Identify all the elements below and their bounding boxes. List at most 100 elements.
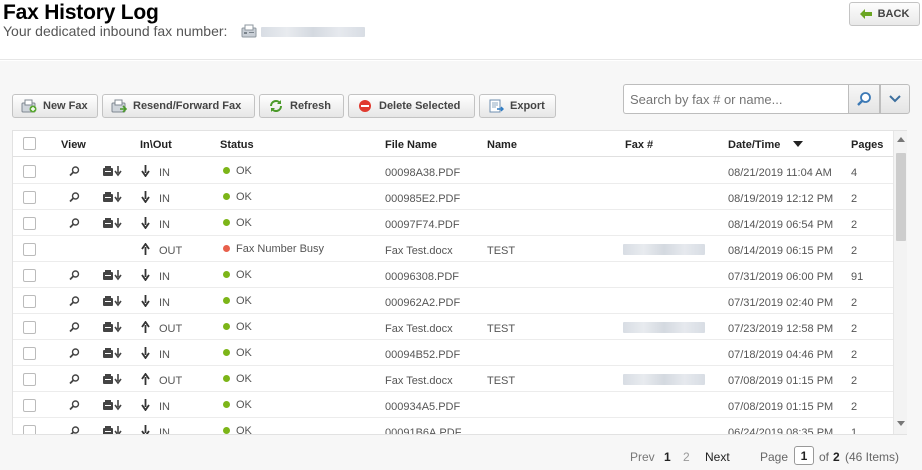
search-options-dropdown[interactable] — [880, 84, 910, 114]
download-fax-icon[interactable] — [103, 218, 123, 229]
direction-label: IN — [159, 219, 170, 231]
back-button[interactable]: BACK — [849, 2, 920, 26]
next-page-link[interactable]: Next — [705, 450, 730, 464]
view-fax-icon[interactable] — [69, 374, 80, 385]
view-fax-icon[interactable] — [69, 348, 80, 359]
page-title: Fax History Log — [3, 1, 159, 24]
file-name-cell: 00098A38.PDF — [385, 167, 461, 179]
prev-page-link[interactable]: Prev — [630, 450, 655, 464]
status-dot — [223, 323, 230, 330]
status-text: OK — [236, 425, 252, 434]
direction-label: OUT — [159, 375, 183, 387]
row-checkbox[interactable] — [23, 217, 36, 230]
status-cell: OK — [223, 347, 252, 359]
download-fax-icon[interactable] — [103, 270, 123, 281]
status-cell: OK — [223, 191, 252, 203]
search-button[interactable] — [848, 84, 880, 114]
view-fax-icon[interactable] — [69, 296, 80, 307]
direction-label: IN — [159, 349, 170, 361]
file-name-cell: 00096308.PDF — [385, 271, 459, 283]
status-text: OK — [236, 321, 252, 333]
resend-fax-icon — [111, 99, 127, 113]
row-checkbox[interactable] — [23, 321, 36, 334]
status-text: OK — [236, 165, 252, 177]
col-file-name[interactable]: File Name — [385, 139, 437, 151]
table-row[interactable]: OUT OK Fax Test.docx TEST 07/08/2019 01:15 P… — [13, 366, 893, 392]
date-time-cell: 08/14/2019 06:54 PM — [728, 219, 834, 231]
table-header: View In\Out Status File Name Name Fax # … — [13, 131, 893, 157]
status-text: Fax Number Busy — [236, 243, 325, 255]
scrollbar-thumb[interactable] — [896, 153, 906, 241]
table-row[interactable]: IN OK 00098A38.PDF 08/21/2019 11:04 AM 4 — [13, 158, 893, 184]
col-status[interactable]: Status — [220, 139, 254, 151]
resend-forward-fax-button[interactable]: Resend/Forward Fax — [102, 94, 255, 118]
status-cell: OK — [223, 373, 252, 385]
refresh-button[interactable]: Refresh — [259, 94, 344, 118]
new-fax-button[interactable]: New Fax — [12, 94, 98, 118]
view-fax-icon[interactable] — [69, 166, 80, 177]
status-dot — [223, 297, 230, 304]
table-row[interactable]: IN OK 00091B6A.PDF 06/24/2019 08:35 PM 1 — [13, 418, 893, 434]
current-page-input[interactable]: 1 — [794, 446, 814, 465]
view-fax-icon[interactable] — [69, 218, 80, 229]
table-row[interactable]: IN OK 000934A5.PDF 07/08/2019 01:15 PM 2 — [13, 392, 893, 418]
select-all-checkbox[interactable] — [23, 137, 36, 150]
status-dot — [223, 401, 230, 408]
view-fax-icon[interactable] — [69, 270, 80, 281]
row-checkbox[interactable] — [23, 295, 36, 308]
search-input[interactable] — [623, 84, 849, 114]
col-fax-number[interactable]: Fax # — [625, 139, 653, 151]
table-row[interactable]: IN OK 00094B52.PDF 07/18/2019 04:46 PM 2 — [13, 340, 893, 366]
table-row[interactable]: OUT OK Fax Test.docx TEST 07/23/2019 12:58 P… — [13, 314, 893, 340]
table-row[interactable]: IN OK 00096308.PDF 07/31/2019 06:00 PM 91 — [13, 262, 893, 288]
fax-number-redacted — [623, 322, 705, 333]
row-checkbox[interactable] — [23, 191, 36, 204]
of-label: of — [819, 450, 830, 464]
col-date-time[interactable]: Date/Time — [728, 139, 780, 151]
page-2-link[interactable]: 2 — [683, 450, 690, 464]
file-name-cell: 000985E2.PDF — [385, 193, 461, 205]
col-name[interactable]: Name — [487, 139, 517, 151]
fax-number-redacted — [623, 244, 705, 255]
date-time-cell: 08/14/2019 06:15 PM — [728, 245, 834, 257]
date-time-cell: 08/21/2019 11:04 AM — [728, 167, 832, 179]
col-pages[interactable]: Pages — [851, 139, 883, 151]
row-checkbox[interactable] — [23, 425, 36, 434]
delete-selected-button[interactable]: Delete Selected — [348, 94, 475, 118]
table-row[interactable]: IN OK 000985E2.PDF 08/19/2019 12:12 PM 2 — [13, 184, 893, 210]
download-fax-icon[interactable] — [103, 166, 123, 177]
arrow-down-icon — [141, 425, 150, 434]
row-checkbox[interactable] — [23, 165, 36, 178]
download-fax-icon[interactable] — [103, 322, 123, 333]
scroll-up-icon[interactable] — [897, 137, 905, 142]
row-checkbox[interactable] — [23, 373, 36, 386]
view-fax-icon[interactable] — [69, 322, 80, 333]
table-row[interactable]: OUT Fax Number Busy Fax Test.docx TEST 08/14… — [13, 236, 893, 262]
row-checkbox[interactable] — [23, 243, 36, 256]
table-scrollbar[interactable] — [893, 131, 907, 434]
view-fax-icon[interactable] — [69, 426, 80, 434]
download-fax-icon[interactable] — [103, 348, 123, 359]
direction-label: OUT — [159, 245, 183, 257]
table-row[interactable]: IN OK 000962A2.PDF 07/31/2019 02:40 PM 2 — [13, 288, 893, 314]
download-fax-icon[interactable] — [103, 374, 123, 385]
download-fax-icon[interactable] — [103, 400, 123, 411]
date-time-cell: 07/18/2019 04:46 PM — [728, 349, 834, 361]
pages-cell: 2 — [851, 375, 858, 387]
page-1-link[interactable]: 1 — [664, 450, 671, 464]
col-view: View — [61, 139, 86, 151]
download-fax-icon[interactable] — [103, 426, 123, 434]
fax-number-redacted — [623, 374, 705, 385]
scroll-down-icon[interactable] — [897, 421, 905, 426]
view-fax-icon[interactable] — [69, 192, 80, 203]
row-checkbox[interactable] — [23, 269, 36, 282]
status-dot — [223, 271, 230, 278]
view-fax-icon[interactable] — [69, 400, 80, 411]
row-checkbox[interactable] — [23, 399, 36, 412]
status-cell: OK — [223, 165, 252, 177]
download-fax-icon[interactable] — [103, 192, 123, 203]
row-checkbox[interactable] — [23, 347, 36, 360]
export-button[interactable]: Export — [479, 94, 556, 118]
table-row[interactable]: IN OK 00097F74.PDF 08/14/2019 06:54 PM 2 — [13, 210, 893, 236]
download-fax-icon[interactable] — [103, 296, 123, 307]
